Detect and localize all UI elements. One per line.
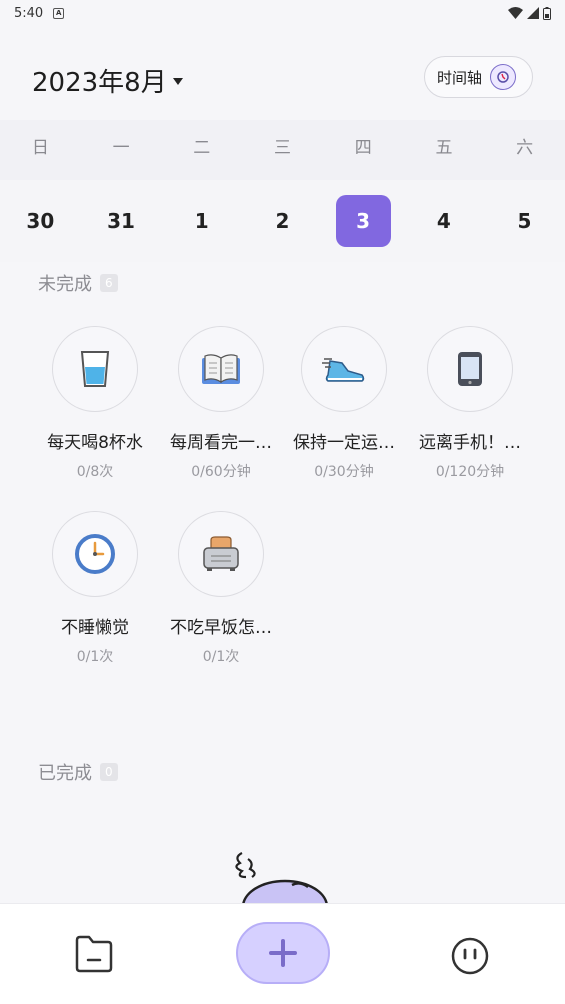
weekday-label: 六 bbox=[516, 138, 534, 158]
alarm-clock-icon bbox=[75, 534, 115, 574]
completed-section-header: 已完成 0 bbox=[38, 759, 118, 785]
month-selector[interactable]: 2023年8月 bbox=[32, 62, 183, 99]
habit-icon-circle bbox=[427, 326, 513, 412]
habit-item[interactable]: 每周看完一… 0/60分钟 bbox=[158, 326, 284, 481]
habit-name: 每天喝8杯水 bbox=[47, 433, 143, 453]
timeline-label: 时间轴 bbox=[437, 68, 483, 87]
habit-item[interactable]: 不吃早饭怎… 0/1次 bbox=[158, 511, 284, 666]
running-shoe-icon bbox=[322, 358, 365, 382]
toaster-icon bbox=[203, 536, 239, 571]
status-time: 5:40 bbox=[14, 5, 44, 21]
weekday-label: 一 bbox=[112, 138, 130, 158]
mascot-illustration bbox=[235, 852, 329, 905]
incomplete-section-header: 未完成 6 bbox=[38, 270, 118, 296]
plus-icon bbox=[269, 939, 297, 967]
habit-progress: 0/8次 bbox=[76, 464, 114, 480]
date-cell[interactable]: 5 bbox=[484, 195, 565, 247]
caret-down-icon bbox=[172, 78, 183, 85]
habit-progress: 0/120分钟 bbox=[435, 464, 505, 480]
habit-name: 保持一定运… bbox=[293, 433, 395, 453]
month-title: 2023年8月 bbox=[32, 68, 167, 98]
timeline-button[interactable]: 时间轴 bbox=[424, 56, 533, 98]
habit-icon-circle bbox=[178, 326, 264, 412]
habit-progress: 0/30分钟 bbox=[314, 464, 374, 480]
tab-profile[interactable] bbox=[451, 937, 489, 979]
habit-item[interactable]: 远离手机！… 0/120分钟 bbox=[407, 326, 533, 481]
date-number: 4 bbox=[436, 209, 451, 233]
incomplete-label: 未完成 bbox=[38, 274, 92, 295]
date-number: 31 bbox=[107, 209, 135, 233]
date-number: 3 bbox=[335, 195, 391, 247]
habit-item[interactable]: 不睡懒觉 0/1次 bbox=[32, 511, 158, 666]
habit-icon-circle bbox=[178, 511, 264, 597]
date-number: 5 bbox=[517, 209, 532, 233]
water-glass-icon bbox=[80, 351, 110, 387]
habit-progress: 0/1次 bbox=[76, 649, 114, 665]
date-number: 1 bbox=[194, 209, 209, 233]
habit-icon-circle bbox=[52, 511, 138, 597]
habit-item[interactable]: 保持一定运… 0/30分钟 bbox=[281, 326, 407, 481]
date-number: 30 bbox=[26, 209, 55, 233]
habit-icon-circle bbox=[52, 326, 138, 412]
incomplete-count-badge: 6 bbox=[100, 274, 118, 292]
wifi-icon bbox=[508, 7, 523, 19]
habit-name: 每周看完一… bbox=[170, 433, 272, 453]
habit-name: 不吃早饭怎… bbox=[170, 618, 272, 638]
status-icons bbox=[508, 6, 551, 20]
book-icon bbox=[202, 354, 240, 384]
bottom-nav bbox=[0, 903, 565, 1004]
date-cell[interactable]: 31 bbox=[81, 195, 162, 247]
habit-name: 不睡懒觉 bbox=[61, 618, 129, 638]
battery-icon bbox=[543, 6, 551, 20]
weekday-label: 四 bbox=[354, 138, 372, 158]
phone-icon bbox=[458, 352, 482, 386]
status-bar: 5:40 A bbox=[0, 0, 565, 26]
date-cell[interactable]: 4 bbox=[403, 195, 484, 247]
completed-count-badge: 0 bbox=[100, 763, 118, 781]
face-icon bbox=[451, 937, 489, 975]
notification-icon: A bbox=[53, 7, 65, 19]
add-habit-button[interactable] bbox=[236, 922, 330, 984]
weekday-label: 五 bbox=[435, 138, 453, 158]
date-cell[interactable]: 2 bbox=[242, 195, 323, 247]
habit-name: 远离手机！… bbox=[419, 433, 521, 453]
date-row: 30 31 1 2 3 4 5 bbox=[0, 180, 565, 262]
header: 2023年8月 时间轴 bbox=[0, 40, 565, 120]
weekday-label: 三 bbox=[274, 138, 292, 158]
habit-progress: 0/60分钟 bbox=[191, 464, 251, 480]
weekday-row: 日 一 二 三 四 五 六 bbox=[0, 120, 565, 180]
folder-icon bbox=[75, 935, 113, 973]
habit-icon-circle bbox=[301, 326, 387, 412]
habit-item[interactable]: 每天喝8杯水 0/8次 bbox=[32, 326, 158, 481]
date-number: 2 bbox=[275, 209, 290, 233]
date-cell[interactable]: 1 bbox=[161, 195, 242, 247]
weekday-label: 日 bbox=[31, 138, 49, 158]
completed-label: 已完成 bbox=[38, 763, 92, 784]
date-cell[interactable]: 30 bbox=[0, 195, 81, 247]
compass-icon bbox=[490, 64, 517, 90]
habit-progress: 0/1次 bbox=[202, 649, 240, 665]
tab-folder[interactable] bbox=[73, 934, 115, 978]
date-cell-selected[interactable]: 3 bbox=[323, 195, 404, 247]
signal-icon bbox=[527, 7, 539, 19]
weekday-label: 二 bbox=[193, 138, 211, 158]
